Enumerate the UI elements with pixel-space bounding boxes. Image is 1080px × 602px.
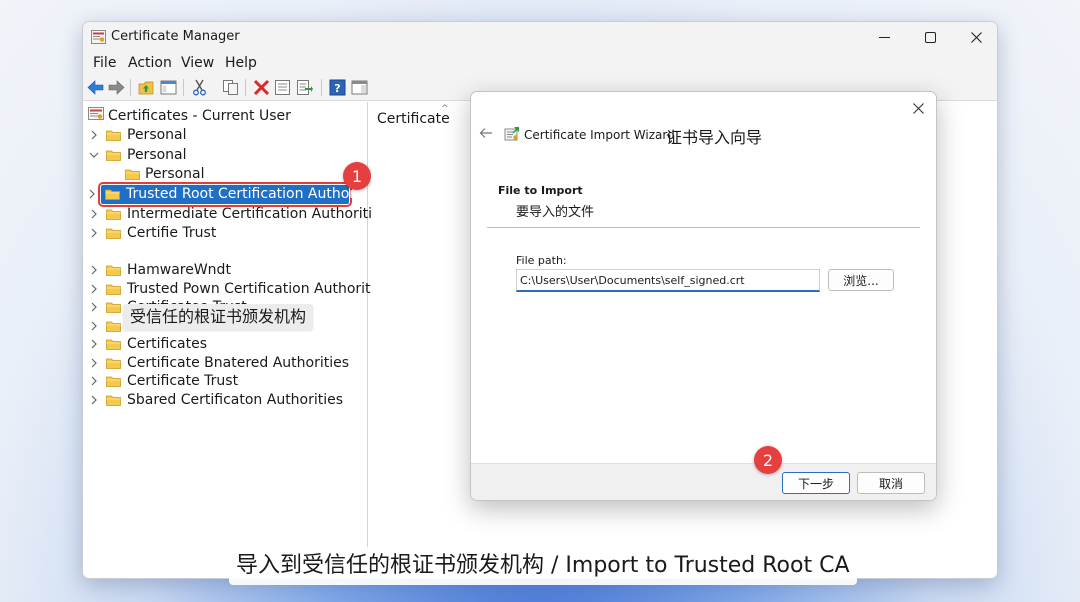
folder-icon <box>106 265 121 276</box>
toolbar-separator <box>183 79 184 96</box>
chevron-right-icon[interactable] <box>89 265 99 275</box>
forward-arrow-icon[interactable] <box>108 79 125 96</box>
browse-button[interactable]: 浏览... <box>828 269 894 291</box>
title-bar: Certificate Manager <box>83 22 997 52</box>
folder-icon <box>105 189 120 200</box>
tree-node-label: Personal <box>127 147 187 163</box>
selected-node-tooltip: 受信任的根证书颁发机构 <box>123 304 314 330</box>
menu-view[interactable]: View <box>181 55 214 71</box>
copy-icon[interactable] <box>222 79 239 96</box>
folder-icon <box>106 376 121 387</box>
cancel-button[interactable]: 取消 <box>857 472 925 494</box>
tree-root-certificates-current-user[interactable]: Certificates - Current User <box>108 108 291 124</box>
file-path-input[interactable] <box>516 269 820 292</box>
folder-icon <box>106 339 121 350</box>
section-divider <box>487 227 920 228</box>
delete-icon[interactable] <box>253 79 270 96</box>
chevron-down-icon[interactable] <box>89 150 99 160</box>
sort-ascending-icon: ^ <box>441 104 449 114</box>
back-arrow-icon[interactable] <box>479 126 493 140</box>
certificate-import-wizard: Certificate Import Wizard 证书导入向导 File to… <box>470 91 937 501</box>
close-icon <box>970 31 982 43</box>
folder-icon <box>106 130 121 141</box>
cut-icon[interactable] <box>191 79 208 96</box>
svg-text:?: ? <box>334 82 340 95</box>
folder-icon <box>106 209 121 220</box>
folder-icon <box>106 321 121 332</box>
chevron-right-icon[interactable] <box>89 376 99 386</box>
folder-icon <box>106 358 121 369</box>
help-icon[interactable]: ? <box>329 79 346 96</box>
menu-help[interactable]: Help <box>225 55 257 71</box>
certificates-root-icon <box>88 107 104 120</box>
section-subtitle-cn: 要导入的文件 <box>516 205 595 220</box>
chevron-right-icon[interactable] <box>89 321 99 331</box>
back-arrow-icon[interactable] <box>87 79 104 96</box>
chevron-right-icon[interactable] <box>89 395 99 405</box>
chevron-right-icon[interactable] <box>89 284 99 294</box>
tree-node-label: Trusted Pown Certification Authorities <box>127 281 391 297</box>
tree-node-label: Certificate Trust <box>127 373 239 389</box>
close-icon <box>912 102 924 114</box>
tree-node-label: Personal <box>127 127 187 143</box>
wizard-footer: 下一步 取消 <box>471 463 936 500</box>
chevron-right-icon[interactable] <box>89 339 99 349</box>
wizard-close-button[interactable] <box>906 97 930 119</box>
tree-node-label: Intermediate Certification Authorities <box>127 206 388 222</box>
step-2-badge: 2 <box>754 446 782 474</box>
show-action-pane-icon[interactable] <box>351 79 368 96</box>
folder-icon <box>106 284 121 295</box>
show-hide-tree-icon[interactable] <box>160 79 177 96</box>
tree-node-label: Trusted Root Certification Authorities <box>126 186 385 202</box>
certificate-wizard-icon <box>504 127 519 141</box>
minimize-icon <box>878 36 890 38</box>
menu-file[interactable]: File <box>93 55 116 71</box>
toolbar-separator <box>321 79 322 96</box>
tree-node-label: Sbared Certificaton Authorities <box>127 392 344 408</box>
maximize-button[interactable] <box>907 22 953 52</box>
tree-node-label: Personal <box>145 166 205 182</box>
column-header-certificate[interactable]: Certificate <box>377 111 450 127</box>
wizard-title-cn: 证书导入向导 <box>666 128 763 147</box>
step-1-badge: 1 <box>343 162 371 190</box>
tree-node-label: Certificates <box>127 336 208 352</box>
wizard-title: Certificate Import Wizard <box>524 128 675 142</box>
toolbar-separator <box>245 79 246 96</box>
properties-icon[interactable] <box>274 79 291 96</box>
tree-node[interactable]: Trusted Root Certification Authorities <box>89 182 384 207</box>
folder-icon <box>106 228 121 239</box>
certificate-store-tree: Certificates - Current User Personal Pers… <box>83 102 390 578</box>
certificate-manager-app-icon <box>91 30 106 44</box>
folder-icon <box>106 302 121 313</box>
close-button[interactable] <box>953 22 997 52</box>
chevron-right-icon[interactable] <box>89 228 99 238</box>
chevron-right-icon[interactable] <box>89 302 99 312</box>
export-list-icon[interactable] <box>296 79 313 96</box>
minimize-button[interactable] <box>861 22 907 52</box>
menu-action[interactable]: Action <box>128 55 172 71</box>
chevron-right-icon[interactable] <box>89 209 99 219</box>
tree-node-label: Certificate Bnatered Authorities <box>127 355 350 371</box>
chevron-right-icon[interactable] <box>89 358 99 368</box>
menu-bar: File Action View Help <box>83 52 997 74</box>
folder-icon <box>106 150 121 161</box>
folder-icon <box>125 169 140 180</box>
up-folder-icon[interactable] <box>138 79 155 96</box>
subtitle-caption: 导入到受信任的根证书颁发机构 / Import to Trusted Root … <box>229 547 857 585</box>
window-title: Certificate Manager <box>111 29 240 44</box>
next-button[interactable]: 下一步 <box>782 472 850 494</box>
chevron-right-icon[interactable] <box>87 189 97 199</box>
tree-node-label: HamwareWndt <box>127 262 231 278</box>
toolbar-separator <box>130 79 131 96</box>
section-title: File to Import <box>498 184 583 197</box>
maximize-icon <box>924 31 936 43</box>
chevron-right-icon[interactable] <box>89 130 99 140</box>
file-path-label: File path: <box>516 254 567 267</box>
folder-icon <box>106 395 121 406</box>
tree-node-label: Certifie Trust <box>127 225 217 241</box>
